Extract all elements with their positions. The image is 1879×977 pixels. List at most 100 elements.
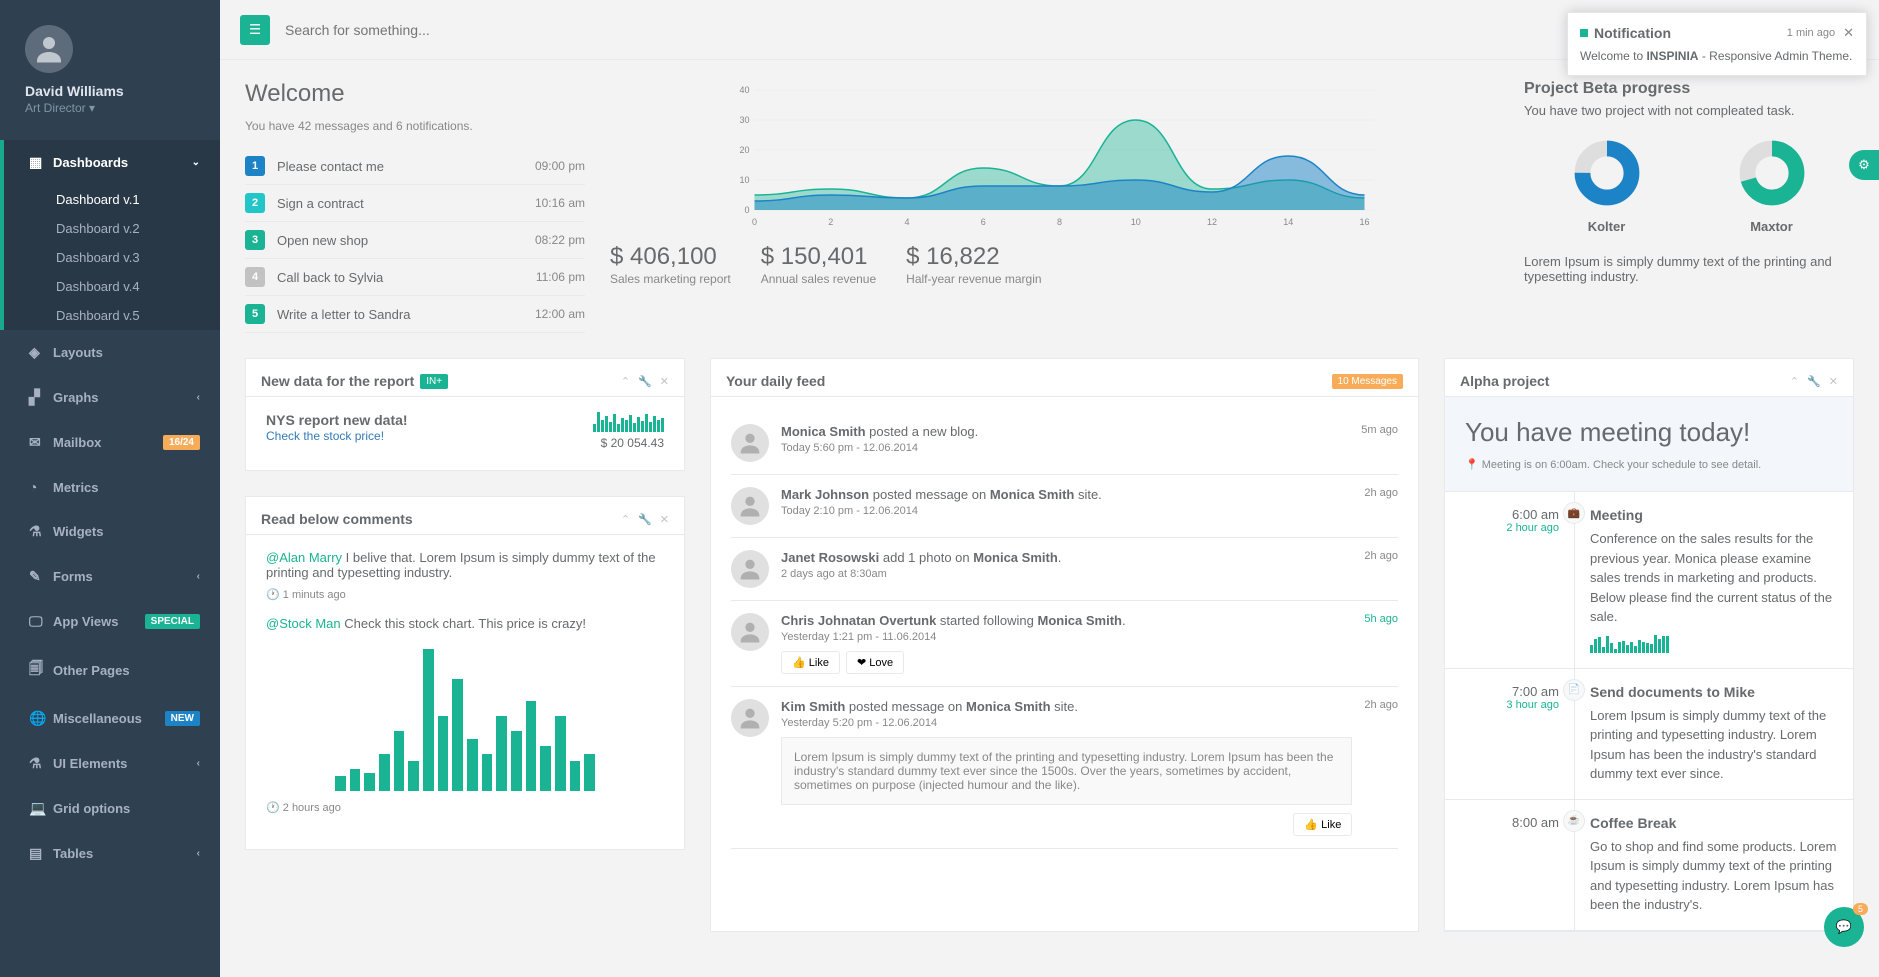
project-title: Project Beta progress [1524,80,1854,98]
project-panel: Project Beta progress You have two proje… [1524,80,1854,333]
search-input[interactable] [270,12,1724,48]
table-icon: ▤ [29,845,45,862]
todo-item[interactable]: 3Open new shop08:22 pm [245,222,585,259]
wrench-icon[interactable]: 🔧 [638,513,652,526]
toast-time: 1 min ago [1787,27,1835,39]
timeline-item: 💼6:00 am2 hour ago MeetingConference on … [1445,492,1853,669]
feed-ibox: Your daily feed10 Messages Monica Smith … [710,358,1419,932]
svg-text:0: 0 [752,217,757,227]
profile-block: David Williams Art Director ▾ [0,0,220,140]
chat-fab[interactable]: 💬5 [1824,907,1864,947]
mention-link[interactable]: @Stock Man [266,616,341,631]
chat-icon: 💬 [1836,919,1852,935]
svg-text:8: 8 [1057,217,1062,227]
subnav-dashboard-v3[interactable]: Dashboard v.3 [4,243,220,272]
nav-grid[interactable]: 💻Grid options [0,786,220,831]
like-button[interactable]: 👍 Like [1293,813,1352,836]
comment: @Stock Man Check this stock chart. This … [266,616,664,814]
project-footer: Lorem Ipsum is simply dummy text of the … [1524,254,1854,284]
chevron-up-icon[interactable]: ⌃ [621,375,630,388]
love-button[interactable]: ❤ Love [846,651,904,674]
nav-uielements[interactable]: ⚗UI Elements‹ [0,741,220,786]
nav-appviews[interactable]: 🖵App ViewsSPECIAL [0,599,220,644]
laptop-icon: 💻 [29,800,45,817]
nav-forms[interactable]: ✎Forms‹ [0,554,220,599]
envelope-icon: ✉ [29,434,45,451]
avatar [731,550,769,588]
feed-item: Kim Smith posted message on Monica Smith… [731,687,1398,849]
main-chart-panel: 4030201000246810121416 $ 406,100Sales ma… [610,80,1499,333]
subnav-dashboard-v5[interactable]: Dashboard v.5 [4,301,220,330]
nav-mailbox[interactable]: ✉Mailbox16/24 [0,420,220,465]
profile-role[interactable]: Art Director ▾ [25,101,195,115]
clock-icon: 🕐 [266,802,280,814]
alpha-hero-title: You have meeting today! [1465,417,1833,448]
timeline-icon: 💼 [1563,502,1585,524]
svg-text:40: 40 [739,85,749,95]
chevron-up-icon[interactable]: ⌃ [621,513,630,526]
stat-block: $ 150,401Annual sales revenue [761,243,876,286]
desktop-icon: 🖵 [29,613,45,630]
nav-otherpages[interactable]: 🗐Other Pages [0,644,220,696]
close-icon[interactable]: ✕ [1843,25,1854,41]
wrench-icon[interactable]: 🔧 [1807,375,1821,388]
subnav-dashboard-v4[interactable]: Dashboard v.4 [4,272,220,301]
theme-config-button[interactable]: ⚙ [1849,150,1879,180]
gear-icon: ⚙ [1858,157,1870,173]
sparkline [593,412,664,432]
todo-item[interactable]: 4Call back to Sylvia11:06 pm [245,259,585,296]
svg-text:12: 12 [1207,217,1217,227]
like-button[interactable]: 👍 Like [781,651,840,674]
svg-text:14: 14 [1283,217,1293,227]
hamburger-button[interactable]: ☰ [240,15,270,45]
stock-link[interactable]: Check the stock price! [266,429,384,443]
feed-item: Chris Johnatan Overtunk started followin… [731,601,1398,687]
svg-text:4: 4 [904,217,909,227]
nys-ibox: New data for the reportIN+ ⌃🔧✕ NYS repor… [245,358,685,471]
feed-item: Mark Johnson posted message on Monica Sm… [731,475,1398,538]
comments-ibox: Read below comments ⌃🔧✕ @Alan Marry I be… [245,496,685,850]
avatar [731,699,769,737]
chevron-left-icon: ‹ [197,571,200,582]
clock-icon: 🕐 [266,589,280,601]
nav-metrics[interactable]: ◔Metrics [0,465,220,509]
subnav-dashboard-v2[interactable]: Dashboard v.2 [4,214,220,243]
files-icon: 🗐 [29,658,45,682]
toast-title: Notification [1594,25,1671,41]
todo-item[interactable]: 5Write a letter to Sandra12:00 am [245,296,585,333]
svg-text:20: 20 [739,145,749,155]
status-dot-icon [1580,29,1588,37]
timeline-item: 📄7:00 am3 hour ago Send documents to Mik… [1445,669,1853,800]
todo-list: 1Please contact me09:00 pm 2Sign a contr… [245,148,585,333]
avatar[interactable] [25,25,73,73]
chart-icon: ▞ [29,389,45,406]
welcome-subtitle: You have 42 messages and 6 notifications… [245,119,473,133]
svg-text:6: 6 [981,217,986,227]
nav-tables[interactable]: ▤Tables‹ [0,831,220,876]
mention-link[interactable]: @Alan Marry [266,550,342,565]
svg-text:10: 10 [739,175,749,185]
bar-chart [335,641,595,791]
nav-graphs[interactable]: ▞Graphs‹ [0,375,220,420]
feed-item: Janet Rosowski add 1 photo on Monica Smi… [731,538,1398,601]
subnav-dashboard-v1[interactable]: Dashboard v.1 [4,185,220,214]
nav-dashboards[interactable]: ▦Dashboards⌄ Dashboard v.1 Dashboard v.2… [0,140,220,330]
pie-icon: ◔ [29,479,45,495]
welcome-title: Welcome [245,80,585,108]
close-icon[interactable]: ✕ [660,375,669,388]
close-icon[interactable]: ✕ [1829,375,1838,388]
close-icon[interactable]: ✕ [660,513,669,526]
nav-widgets[interactable]: ⚗Widgets [0,509,220,554]
todo-item[interactable]: 1Please contact me09:00 pm [245,148,585,185]
nav-layouts[interactable]: ◈Layouts [0,330,220,375]
donut-maxtor: Maxtor [1737,138,1807,234]
globe-icon: 🌐 [29,710,45,727]
grid-icon: ▦ [29,154,45,171]
diamond-icon: ◈ [29,344,45,361]
chevron-up-icon[interactable]: ⌃ [1790,375,1799,388]
nav-misc[interactable]: 🌐MiscellaneousNEW [0,696,220,741]
todo-item[interactable]: 2Sign a contract10:16 am [245,185,585,222]
wrench-icon[interactable]: 🔧 [638,375,652,388]
avatar [731,487,769,525]
svg-text:16: 16 [1359,217,1369,227]
